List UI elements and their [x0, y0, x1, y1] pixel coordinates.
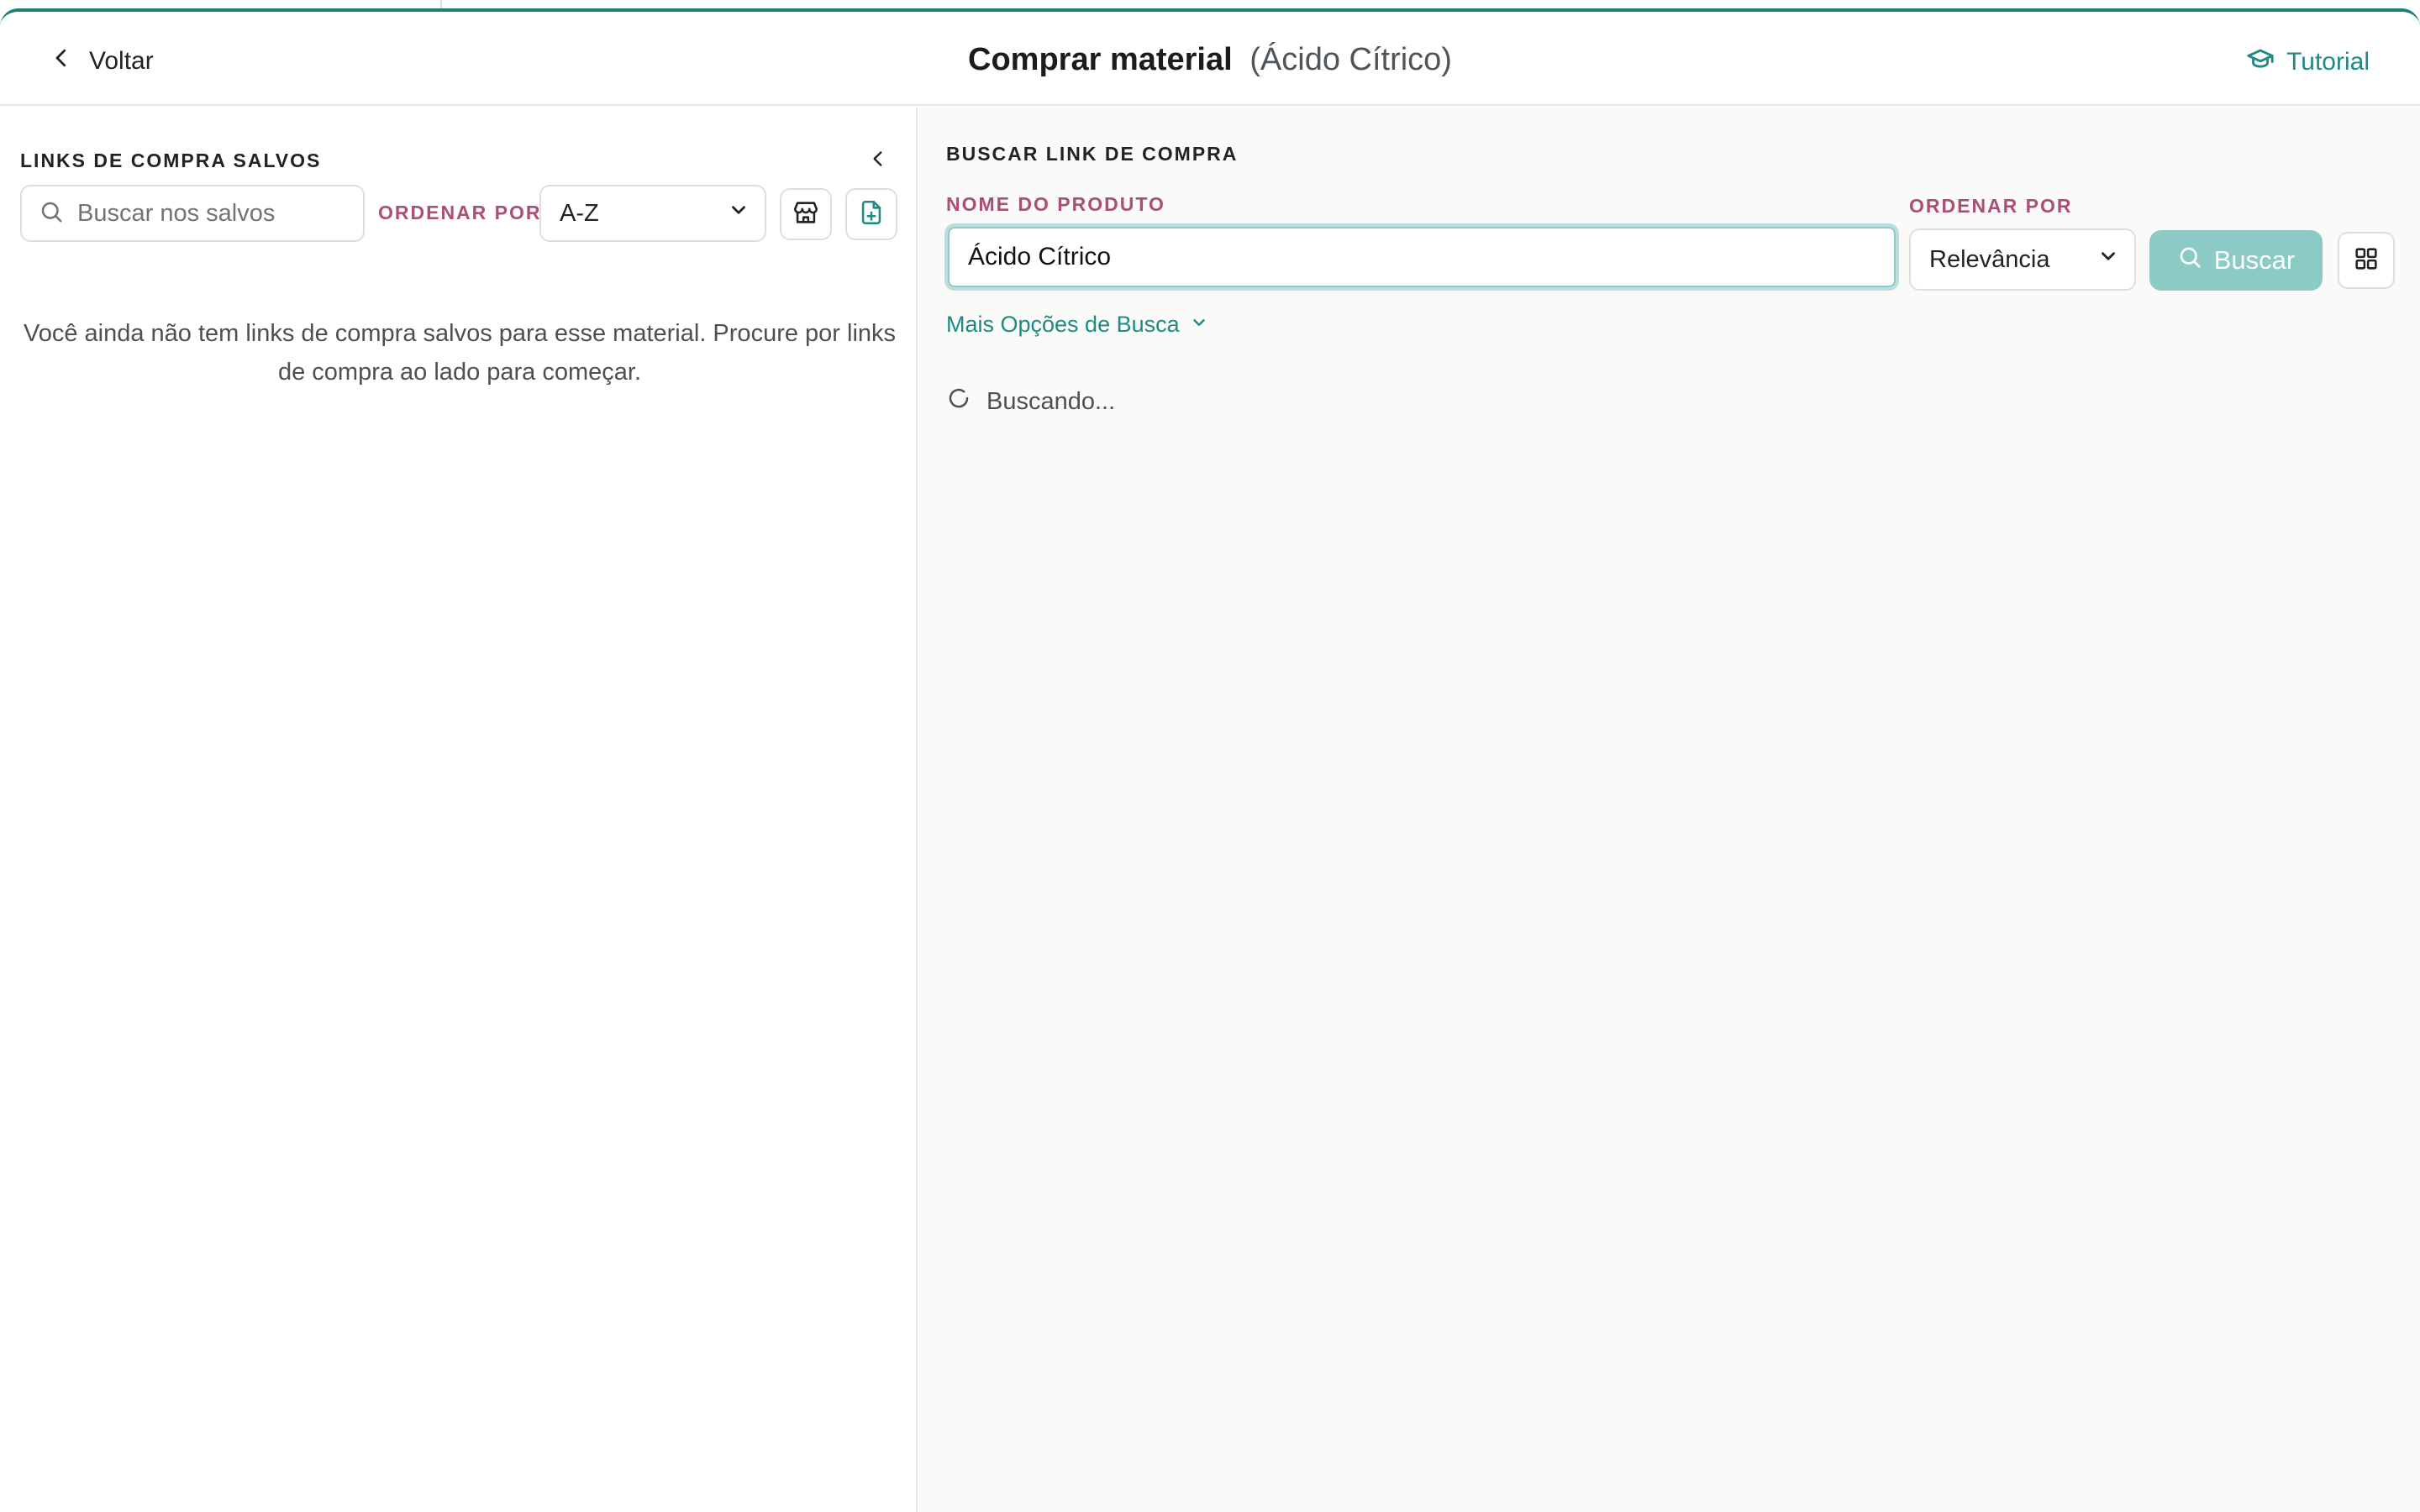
graduation-cap-icon [2246, 45, 2275, 80]
product-name-label: NOME DO PRODUTO [946, 193, 1165, 215]
more-options-label: Mais Opções de Busca [946, 311, 1180, 337]
search-button[interactable]: Buscar [2149, 230, 2323, 291]
chevron-down-icon [1190, 312, 1208, 338]
search-icon [2177, 244, 2202, 276]
page-title-main: Comprar material [968, 42, 1233, 77]
saved-search-field[interactable] [20, 185, 365, 242]
search-order-label: ORDENAR POR [1909, 195, 2073, 217]
more-search-options-toggle[interactable]: Mais Opções de Busca [946, 307, 1208, 341]
product-name-input[interactable] [968, 243, 1896, 271]
saved-order-select[interactable]: A-Z [539, 185, 766, 242]
search-link-panel: BUSCAR LINK DE COMPRA NOME DO PRODUTO OR… [919, 108, 2420, 1512]
search-button-label: Buscar [2213, 245, 2296, 275]
chevron-down-icon [2097, 245, 2119, 274]
saved-order-label: ORDENAR POR [378, 202, 542, 223]
collapse-panel-button[interactable] [864, 146, 892, 175]
search-order-value: Relevância [1929, 245, 2050, 273]
back-button[interactable]: Voltar [49, 42, 154, 81]
empty-saved-message: Você ainda não tem links de compra salvo… [23, 320, 897, 386]
chevron-left-icon [49, 45, 74, 77]
tutorial-button[interactable]: Tutorial [2246, 44, 2370, 81]
purchase-material-modal: Voltar Comprar material (Ácido Cítrico) … [0, 8, 2420, 1512]
search-order-select[interactable]: Relevância [1909, 228, 2136, 291]
stores-button[interactable] [780, 188, 832, 240]
back-label: Voltar [89, 47, 154, 75]
page-title-material: (Ácido Cítrico) [1249, 42, 1452, 77]
saved-links-panel: LINKS DE COMPRA SALVOS ORDENAR POR A-Z [0, 108, 918, 1512]
saved-search-input[interactable] [77, 199, 346, 228]
search-icon [39, 199, 64, 228]
loading-indicator: Buscando... [946, 385, 1115, 418]
search-link-title: BUSCAR LINK DE COMPRA [946, 143, 1239, 165]
grid-icon [2352, 244, 2381, 277]
store-icon [792, 198, 820, 231]
modal-header: Voltar Comprar material (Ácido Cítrico) … [0, 12, 2420, 106]
chevron-down-icon [728, 199, 750, 228]
tutorial-label: Tutorial [2286, 48, 2370, 76]
grid-view-button[interactable] [2338, 232, 2395, 289]
loading-text: Buscando... [986, 387, 1116, 415]
page-title: Comprar material (Ácido Cítrico) [0, 42, 2420, 78]
product-name-field[interactable] [944, 223, 1899, 291]
saved-order-value: A-Z [560, 199, 599, 227]
saved-links-title: LINKS DE COMPRA SALVOS [20, 150, 322, 171]
chevron-left-icon [867, 148, 889, 174]
add-link-button[interactable] [845, 188, 897, 240]
spinner-icon [946, 386, 971, 417]
file-plus-icon [857, 198, 886, 231]
